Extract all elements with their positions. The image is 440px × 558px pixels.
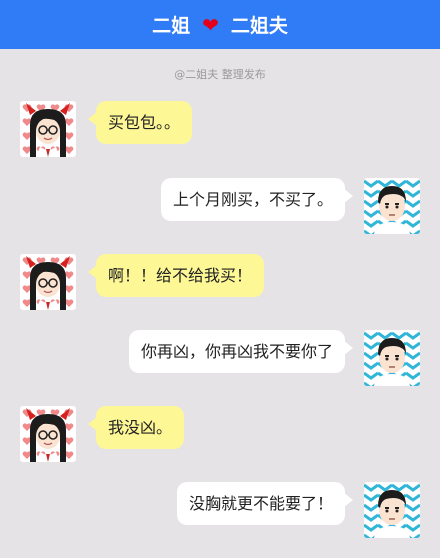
header-left-name: 二姐	[152, 15, 191, 37]
chat-message: 我没凶。	[0, 406, 440, 466]
chat-message: 买包包。。	[0, 101, 440, 161]
message-bubble[interactable]: 你再凶，你再凶我不要你了	[128, 330, 354, 373]
chat-message: 上个月刚买，不买了。	[0, 178, 440, 238]
girl-devil-horns-avatar[interactable]	[20, 406, 76, 462]
message-bubble[interactable]: 上个月刚买，不买了。	[160, 178, 354, 221]
header-right-name: 二姐夫	[230, 15, 288, 37]
boy-avatar[interactable]	[364, 482, 420, 538]
message-bubble[interactable]: 买包包。。	[87, 101, 193, 144]
girl-devil-horns-avatar[interactable]	[20, 254, 76, 310]
message-bubble[interactable]: 没胸就更不能要了！	[176, 482, 354, 525]
chat-message: 啊！！给不给我买！	[0, 254, 440, 314]
boy-avatar[interactable]	[364, 178, 420, 234]
girl-devil-horns-avatar[interactable]	[20, 101, 76, 157]
heart-icon: ❤	[202, 12, 219, 37]
message-bubble[interactable]: 我没凶。	[87, 406, 185, 449]
app-header: 二姐 ❤ 二姐夫	[0, 0, 440, 49]
chat-message: 没胸就更不能要了！	[0, 482, 440, 542]
message-bubble[interactable]: 啊！！给不给我买！	[87, 254, 265, 297]
chat-message: 你再凶，你再凶我不要你了	[0, 330, 440, 390]
credit-line: @二姐夫 整理发布	[174, 68, 266, 81]
boy-avatar[interactable]	[364, 330, 420, 386]
